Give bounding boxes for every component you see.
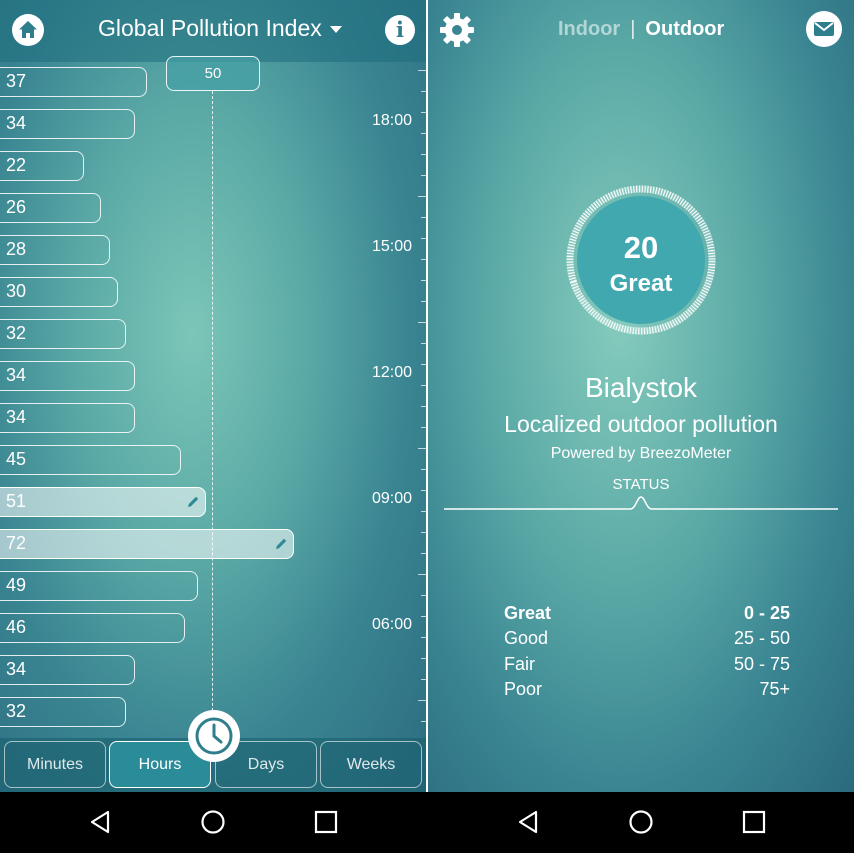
info-button[interactable]: i [385,15,415,45]
time-tick [418,700,426,701]
hourly-bar[interactable]: 34 [0,109,135,139]
bar-value: 37 [6,71,27,91]
time-tick [418,196,426,197]
status-label: STATUS [612,476,670,493]
gear-icon[interactable] [438,11,476,49]
hourly-bar[interactable]: 30 [0,277,118,307]
legend-range: 0 - 25 [743,603,790,623]
back-icon[interactable] [88,809,114,835]
tab-minutes[interactable]: Minutes [4,741,106,788]
bar-value: 46 [6,617,27,637]
aqi-category: Great [609,270,673,297]
hourly-bar[interactable]: 49 [0,571,198,601]
legend-row-fair: Fair 50 - 75 [504,654,790,675]
powered-by: Powered by BreezoMeter [550,445,732,462]
toggle-separator: | [630,18,636,40]
hourly-bar[interactable]: 22 [0,151,84,181]
threshold-marker[interactable]: 50 [166,56,260,91]
legend-label: Great [504,603,552,623]
index-selector[interactable]: Global Pollution Index [98,15,342,42]
info-icon: i [396,17,404,42]
home-button[interactable] [12,14,44,46]
back-icon[interactable] [516,809,542,835]
time-tick [418,448,426,449]
hourly-bar[interactable]: 32 [0,697,126,727]
indoor-toggle[interactable]: Indoor [558,18,620,40]
aqi-value: 20 [623,230,659,265]
bar-value: 32 [6,701,27,721]
tab-weeks[interactable]: Weeks [320,741,422,788]
hourly-bar[interactable]: 46 [0,613,185,643]
pencil-icon[interactable] [186,495,200,509]
legend-range: 50 - 75 [733,654,790,674]
threshold-line [212,91,213,731]
hourly-bar[interactable]: 28 [0,235,110,265]
time-tick [418,574,426,575]
legend-row-good: Good 25 - 50 [504,628,790,649]
index-title: Global Pollution Index [98,15,322,41]
home-circle-icon[interactable] [200,809,226,835]
pencil-icon[interactable] [274,537,288,551]
current-pollution-pane: Indoor | Outdoor 20 Great Bialystok Locali… [428,0,854,792]
hourly-bar[interactable]: 51 [0,487,206,517]
recents-icon[interactable] [313,809,339,835]
bar-value: 51 [6,491,27,511]
home-circle-icon[interactable] [628,809,654,835]
bar-value: 32 [6,323,27,343]
hourly-bar[interactable]: 34 [0,361,135,391]
time-label: 18:00 [372,112,413,129]
mail-button[interactable] [806,11,842,47]
left-top-bar: Global Pollution Index i [0,0,426,62]
legend-row-poor: Poor 75+ [504,679,790,700]
bar-value: 49 [6,575,27,595]
time-label: 06:00 [372,616,413,633]
indoor-outdoor-toggle: Indoor | Outdoor [558,18,724,41]
outdoor-toggle[interactable]: Outdoor [645,18,724,40]
home-icon [19,21,37,38]
clock-icon [195,717,233,755]
hourly-bar[interactable]: 34 [0,403,135,433]
bar-value: 30 [6,281,27,301]
pollution-history-pane: Global Pollution Index i 50 37 34 22 26 28 30… [0,0,426,792]
legend-row-great: Great 0 - 25 [504,603,790,624]
hourly-bar[interactable]: 45 [0,445,181,475]
hourly-bar[interactable]: 34 [0,655,135,685]
hourly-bar[interactable]: 37 [0,67,147,97]
city-name: Bialystok [584,372,698,403]
legend-label: Poor [504,679,543,699]
bar-value: 34 [6,659,27,679]
bar-value: 28 [6,239,27,259]
android-nav-bar [0,792,854,853]
bar-value: 72 [6,533,27,553]
time-mode-button[interactable] [188,710,240,762]
subtitle: Localized outdoor pollution [504,411,778,437]
bar-value: 34 [6,113,27,133]
legend-range: 75+ [759,679,790,699]
legend-label: Good [504,628,549,648]
time-tick [418,70,426,71]
time-label: 15:00 [372,238,413,255]
legend-label: Fair [504,654,535,674]
hourly-bar[interactable]: 32 [0,319,126,349]
dropdown-caret-icon [329,26,342,34]
time-label: 12:00 [372,364,413,381]
bar-value: 34 [6,365,27,385]
hourly-bar[interactable]: 26 [0,193,101,223]
time-label: 09:00 [372,490,413,507]
bar-value: 22 [6,155,27,175]
status-indicator-line [444,496,838,510]
recents-icon[interactable] [741,809,767,835]
mail-icon [814,22,834,36]
bar-value: 45 [6,449,27,469]
hourly-bar[interactable]: 72 [0,529,294,559]
time-tick [418,322,426,323]
bar-value: 26 [6,197,27,217]
bar-value: 34 [6,407,27,427]
legend-range: 25 - 50 [733,628,790,648]
